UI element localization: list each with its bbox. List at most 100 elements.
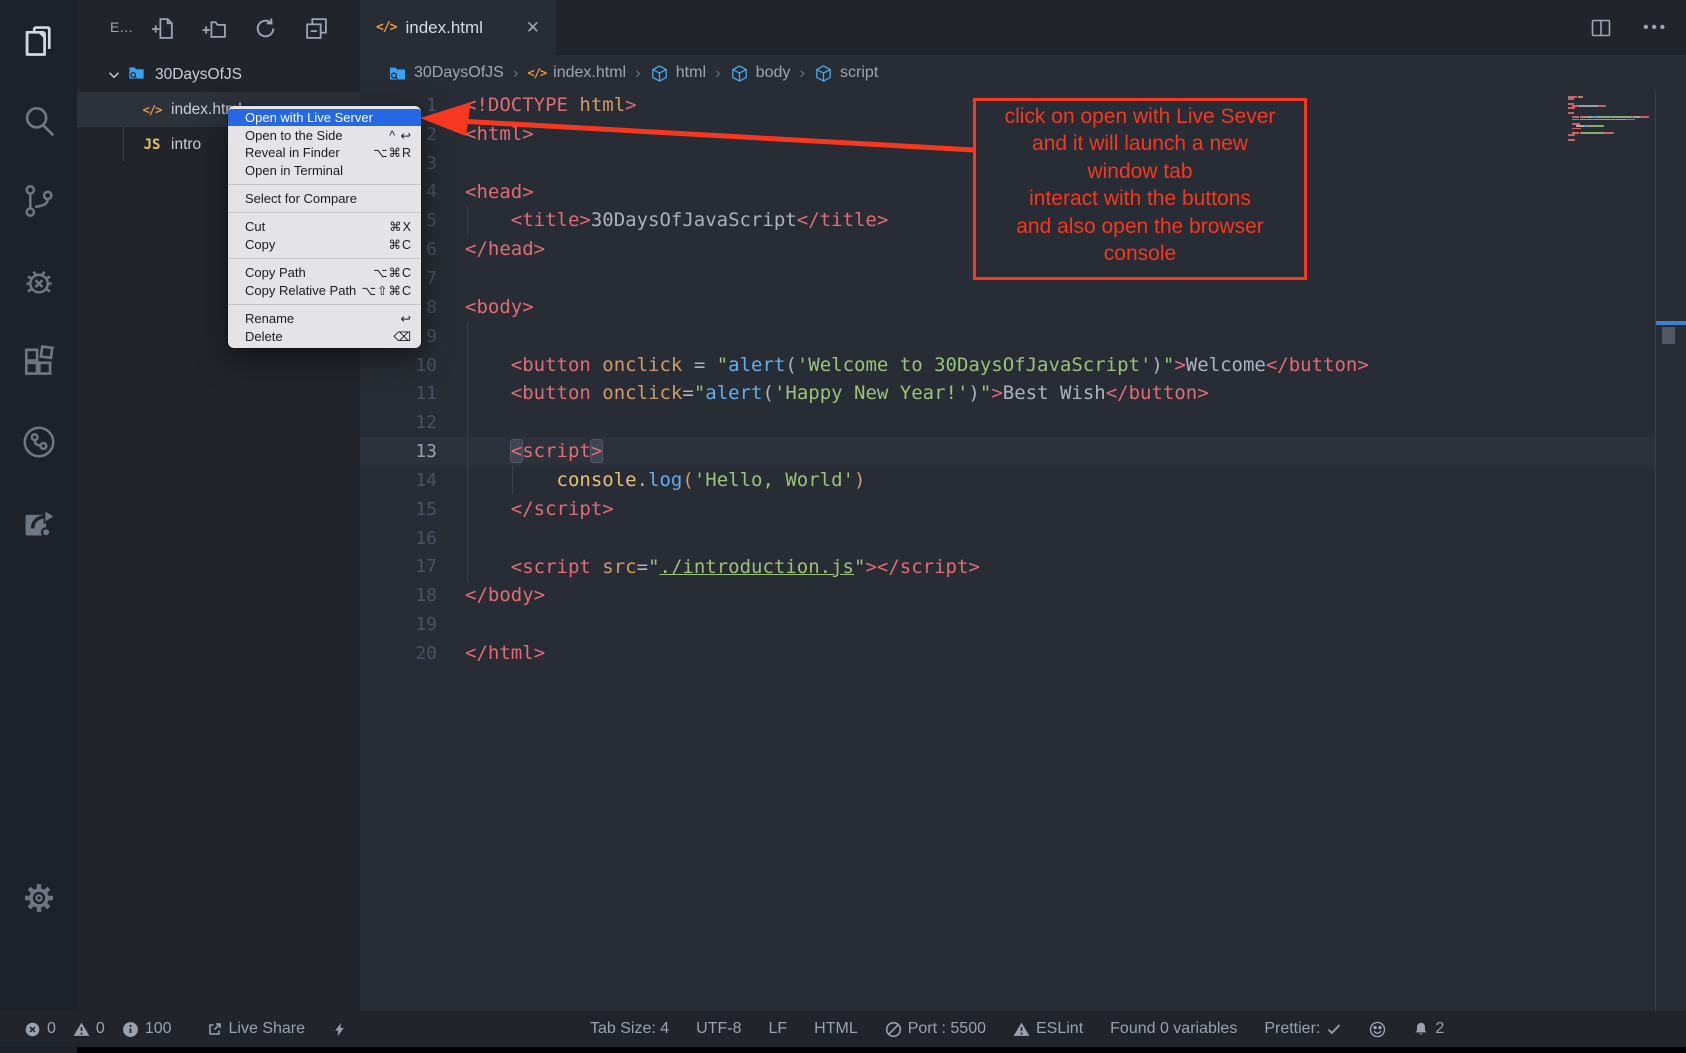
new-file-icon[interactable] bbox=[149, 14, 177, 42]
code-text: <html> bbox=[465, 120, 534, 149]
folder-icon bbox=[388, 64, 407, 83]
status-label: 0 bbox=[96, 1020, 105, 1038]
status-label: Prettier: bbox=[1264, 1020, 1320, 1038]
breadcrumb: 30DaysOfJS›</>index.html›html›body›scrip… bbox=[360, 55, 1686, 91]
code-line-14[interactable]: 14 console.log('Hello, World') bbox=[360, 466, 1655, 495]
menu-item-shortcut: ⌫ bbox=[393, 329, 412, 344]
code-line-12[interactable]: 12 bbox=[360, 408, 1655, 437]
menu-item-reveal-in-finder[interactable]: Reveal in Finder⌥⌘R bbox=[228, 144, 421, 162]
debug-icon[interactable] bbox=[19, 262, 59, 302]
cube-icon bbox=[730, 64, 749, 83]
menu-item-cut[interactable]: Cut⌘X bbox=[228, 218, 421, 236]
menu-item-select-for-compare[interactable]: Select for Compare bbox=[228, 190, 421, 208]
breadcrumb-item-30daysofjs[interactable]: 30DaysOfJS bbox=[388, 64, 504, 83]
settings-gear-icon[interactable] bbox=[19, 878, 59, 918]
split-editor-icon[interactable] bbox=[1589, 16, 1613, 40]
extensions-icon[interactable] bbox=[19, 342, 59, 382]
breadcrumb-separator: › bbox=[635, 63, 641, 83]
code-line-13[interactable]: 13 <script> bbox=[360, 437, 1655, 466]
activity-bar bbox=[0, 0, 77, 1053]
code-text: </script> bbox=[465, 495, 614, 524]
status-language-mode[interactable]: HTML bbox=[814, 1020, 858, 1038]
breadcrumb-item-index-html[interactable]: </> index.html bbox=[527, 64, 626, 82]
search-icon[interactable] bbox=[19, 101, 59, 141]
menu-item-copy-relative-path[interactable]: Copy Relative Path⌥⇧⌘C bbox=[228, 281, 421, 299]
warning-icon bbox=[1013, 1021, 1030, 1038]
share-icon[interactable] bbox=[19, 502, 59, 542]
status-errors[interactable]: 0 bbox=[24, 1020, 56, 1038]
status-warnings[interactable]: 0 bbox=[73, 1020, 105, 1038]
status-eslint[interactable]: ESLint bbox=[1013, 1020, 1083, 1038]
code-line-9[interactable]: 9 bbox=[360, 322, 1655, 351]
annotation-text-line: and also open the browser bbox=[976, 213, 1304, 240]
breadcrumb-label: index.html bbox=[553, 64, 626, 82]
context-menu: Open with Live ServerOpen to the Side^ ↩… bbox=[228, 106, 421, 348]
menu-item-copy[interactable]: Copy⌘C bbox=[228, 236, 421, 254]
tab-index-html[interactable]: </> index.html ✕ bbox=[360, 0, 556, 55]
html-file-icon: </> bbox=[527, 66, 546, 80]
menu-item-delete[interactable]: Delete⌫ bbox=[228, 327, 421, 345]
explorer-icon[interactable] bbox=[19, 21, 59, 61]
tab-bar: </> index.html ✕ ••• bbox=[360, 0, 1686, 55]
line-number: 16 bbox=[360, 528, 437, 549]
menu-item-open-to-the-side[interactable]: Open to the Side^ ↩ bbox=[228, 126, 421, 144]
status-live-share[interactable]: Live Share bbox=[207, 1020, 306, 1038]
collapse-all-icon[interactable] bbox=[302, 14, 330, 42]
live-share-icon[interactable] bbox=[19, 422, 59, 462]
annotation-text-line: window tab bbox=[976, 158, 1304, 185]
overview-cursor-marker bbox=[1656, 321, 1686, 325]
breadcrumb-item-body[interactable]: body bbox=[730, 64, 791, 83]
tab-close-icon[interactable]: ✕ bbox=[526, 18, 540, 38]
menu-separator bbox=[228, 258, 421, 259]
breadcrumb-item-script[interactable]: script bbox=[814, 64, 878, 83]
code-line-11[interactable]: 11 <button onclick="alert('Happy New Yea… bbox=[360, 379, 1655, 408]
status-notifications-bell[interactable]: 2 bbox=[1413, 1020, 1444, 1038]
status-bolt[interactable] bbox=[332, 1022, 347, 1037]
tree-item-30daysofjs[interactable]: 30DaysOfJS bbox=[77, 57, 360, 92]
menu-item-open-with-live-server[interactable]: Open with Live Server bbox=[228, 109, 421, 127]
status-variables-count[interactable]: Found 0 variables bbox=[1110, 1020, 1237, 1038]
menu-item-copy-path[interactable]: Copy Path⌥⌘C bbox=[228, 264, 421, 282]
status-prettier[interactable]: Prettier: bbox=[1264, 1020, 1342, 1038]
code-line-20[interactable]: 20</html> bbox=[360, 639, 1655, 668]
status-encoding[interactable]: UTF-8 bbox=[696, 1020, 741, 1038]
status-info-count[interactable]: 100 bbox=[122, 1020, 172, 1038]
smiley-icon bbox=[1369, 1021, 1386, 1038]
status-eol[interactable]: LF bbox=[768, 1020, 787, 1038]
more-actions-icon[interactable]: ••• bbox=[1643, 19, 1668, 36]
line-number: 18 bbox=[360, 585, 437, 606]
status-label: UTF-8 bbox=[696, 1020, 741, 1038]
refresh-icon[interactable] bbox=[251, 14, 279, 42]
code-line-8[interactable]: 8<body> bbox=[360, 293, 1655, 322]
menu-item-open-in-terminal[interactable]: Open in Terminal bbox=[228, 162, 421, 180]
code-text: <head> bbox=[465, 178, 534, 207]
annotation-text-line: console bbox=[976, 240, 1304, 267]
code-text: <button onclick = "alert('Welcome to 30D… bbox=[465, 351, 1369, 380]
status-tab-size[interactable]: Tab Size: 4 bbox=[590, 1020, 669, 1038]
source-control-icon[interactable] bbox=[19, 181, 59, 221]
tree-item-label: intro bbox=[171, 136, 201, 154]
code-line-10[interactable]: 10 <button onclick = "alert('Welcome to … bbox=[360, 351, 1655, 380]
code-text: <body> bbox=[465, 293, 534, 322]
cube-icon bbox=[650, 64, 669, 83]
error-icon bbox=[24, 1021, 41, 1038]
menu-item-rename[interactable]: Rename↩ bbox=[228, 309, 421, 327]
window-bottom-edge bbox=[0, 1047, 1686, 1053]
menu-separator bbox=[228, 304, 421, 305]
tree-item-label: 30DaysOfJS bbox=[155, 66, 242, 84]
breadcrumb-item-html[interactable]: html bbox=[650, 64, 706, 83]
explorer-title: E... bbox=[110, 19, 133, 35]
chevron-down-icon[interactable] bbox=[105, 66, 123, 84]
status-live-server-port[interactable]: Port : 5500 bbox=[885, 1020, 986, 1038]
status-feedback-smiley[interactable] bbox=[1369, 1021, 1386, 1038]
new-folder-icon[interactable] bbox=[200, 14, 228, 42]
minimap[interactable] bbox=[1568, 96, 1654, 141]
code-line-17[interactable]: 17 <script src="./introduction.js"></scr… bbox=[360, 553, 1655, 582]
code-line-16[interactable]: 16 bbox=[360, 524, 1655, 553]
status-label: 2 bbox=[1435, 1020, 1444, 1038]
code-line-18[interactable]: 18</body> bbox=[360, 581, 1655, 610]
code-line-19[interactable]: 19 bbox=[360, 610, 1655, 639]
code-line-15[interactable]: 15 </script> bbox=[360, 495, 1655, 524]
annotation-text-line: click on open with Live Sever bbox=[976, 103, 1304, 130]
scrollbar-thumb[interactable] bbox=[1662, 327, 1675, 344]
